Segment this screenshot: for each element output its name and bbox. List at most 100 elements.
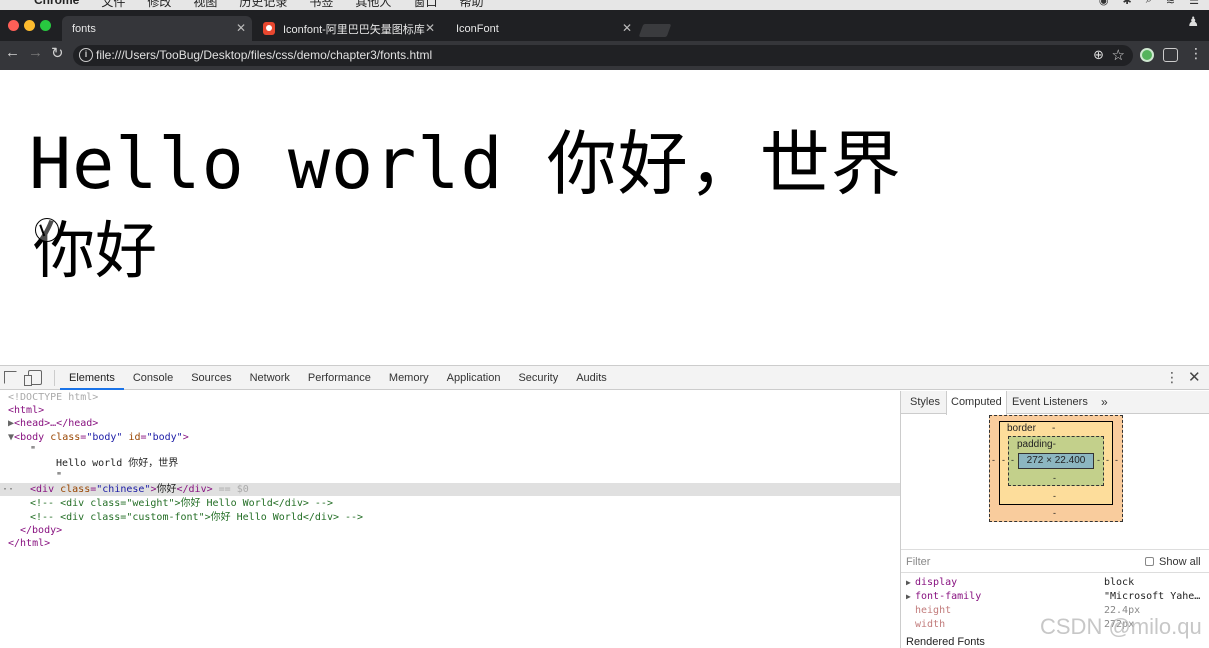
- border-bottom-value: -: [1053, 491, 1056, 501]
- ellipsis-icon[interactable]: ··: [2, 483, 14, 496]
- attr-name: class: [60, 484, 91, 495]
- wifi-icon[interactable]: ≋: [1166, 0, 1175, 7]
- dom-line-body-close[interactable]: </body>: [20, 524, 920, 537]
- tab-sources[interactable]: Sources: [182, 366, 240, 390]
- minimize-window-button[interactable]: [24, 20, 35, 31]
- zoom-icon[interactable]: ⊕: [1093, 47, 1104, 63]
- property-value: block: [1104, 577, 1135, 588]
- close-tab-icon[interactable]: ✕: [622, 21, 632, 35]
- close-devtools-icon[interactable]: ✕: [1188, 368, 1201, 386]
- dom-line-text-node[interactable]: Hello world 你好，世界: [56, 457, 956, 470]
- bookmark-star-icon[interactable]: ☆: [1112, 46, 1125, 64]
- tab-iconfont[interactable]: IconFont ✕: [448, 16, 636, 99]
- padding-right-value: -: [1097, 455, 1100, 465]
- tab-iconfont-alibaba[interactable]: Iconfont-阿里巴巴矢量图标库 ✕: [255, 16, 445, 41]
- rendered-fonts-header[interactable]: Rendered Fonts: [906, 636, 985, 648]
- maximize-window-button[interactable]: [40, 20, 51, 31]
- bluetooth-icon[interactable]: ✱: [1123, 0, 1132, 7]
- watermark-text: CSDN @milo.qu: [1040, 614, 1202, 639]
- tab-performance[interactable]: Performance: [299, 366, 380, 390]
- status-icons: ◉ ✱ ⌕ ≋ ☰: [1099, 0, 1199, 7]
- extension-icon[interactable]: [1163, 48, 1178, 62]
- menu-item-window[interactable]: 窗口: [413, 0, 437, 10]
- property-name: font-family: [915, 591, 982, 602]
- page-viewport: Hello world 你好，世界 你好: [0, 70, 1209, 365]
- menu-item-view[interactable]: 视图: [193, 0, 217, 10]
- menu-item-bookmarks[interactable]: 书签: [309, 0, 333, 10]
- tab-application[interactable]: Application: [438, 366, 510, 390]
- list-icon[interactable]: ☰: [1189, 0, 1199, 7]
- text-node: Hello world 你好，世界: [56, 458, 179, 469]
- menu-item-file[interactable]: 文件: [101, 0, 125, 10]
- more-tabs-icon[interactable]: »: [1101, 391, 1108, 414]
- tab-security[interactable]: Security: [509, 366, 567, 390]
- box-model-content: 272 × 22.400: [1018, 453, 1094, 469]
- tab-styles[interactable]: Styles: [910, 391, 940, 414]
- incognito-icon[interactable]: ♟: [1187, 14, 1199, 30]
- tab-fonts[interactable]: fonts ✕: [62, 16, 252, 99]
- div-text: 你好: [156, 484, 177, 495]
- div-close-tag: </div>: [176, 484, 213, 495]
- margin-bottom-value: -: [1053, 508, 1056, 518]
- toolbar-divider: [54, 370, 55, 386]
- more-options-icon[interactable]: ⋮: [1165, 369, 1179, 386]
- dom-line-comment-weight[interactable]: <!-- <div class="weight">你好 Hello World<…: [30, 497, 930, 510]
- dom-tree: <!DOCTYPE html> <html> ▶<head>…</head> ▼…: [0, 391, 900, 648]
- new-tab-button[interactable]: [638, 24, 672, 37]
- menu-item-history[interactable]: 历史记录: [239, 0, 287, 10]
- expand-triangle-icon[interactable]: ▶: [906, 576, 911, 590]
- address-bar[interactable]: i file:///Users/TooBug/Desktop/files/css…: [73, 45, 1133, 66]
- doctype-text: <!DOCTYPE html>: [8, 392, 99, 403]
- device-toolbar-icon[interactable]: [24, 370, 42, 386]
- tab-memory[interactable]: Memory: [380, 366, 438, 390]
- extension-green-icon[interactable]: [1140, 48, 1154, 62]
- dom-line-quote-close: ": [56, 470, 956, 483]
- checkbox-icon[interactable]: [1145, 557, 1154, 566]
- forward-arrow-icon[interactable]: →: [28, 44, 43, 61]
- dom-line-head[interactable]: ▶<head>…</head>: [8, 417, 908, 430]
- menu-item-people[interactable]: 其他人: [355, 0, 391, 10]
- tab-console[interactable]: Console: [124, 366, 182, 390]
- body-tag-name: body: [20, 432, 45, 443]
- dom-line-html[interactable]: <html>: [8, 404, 908, 417]
- menu-item-help[interactable]: 帮助: [459, 0, 483, 10]
- dom-line-quote-open: ": [30, 444, 930, 457]
- property-value: "Microsoft Yahe…: [1104, 591, 1201, 602]
- expand-triangle-icon[interactable]: ▶: [906, 590, 911, 604]
- menu-items: Chrome 文件 修改 视图 历史记录 书签 其他人 窗口 帮助: [12, 0, 483, 10]
- text-quote: ": [56, 471, 63, 482]
- tab-elements[interactable]: Elements: [60, 366, 124, 390]
- record-icon[interactable]: ◉: [1099, 0, 1109, 7]
- html-open-tag: <html>: [8, 405, 45, 416]
- select-element-icon[interactable]: [4, 371, 17, 384]
- property-name: width: [915, 619, 946, 630]
- computed-property-display[interactable]: ▶ display block: [901, 576, 1209, 590]
- dom-line-doctype[interactable]: <!DOCTYPE html>: [8, 391, 908, 404]
- dom-line-comment-custom-font[interactable]: <!-- <div class="custom-font">你好 Hello W…: [30, 511, 930, 524]
- menu-app-name[interactable]: Chrome: [34, 0, 79, 10]
- url-text[interactable]: file:///Users/TooBug/Desktop/files/css/d…: [96, 48, 432, 62]
- dom-line-div-selected[interactable]: ·· <div class="chinese">你好</div> == $0: [0, 483, 900, 496]
- close-tab-icon[interactable]: ✕: [425, 21, 435, 35]
- close-window-button[interactable]: [8, 20, 19, 31]
- dom-line-html-close[interactable]: </html>: [8, 537, 908, 550]
- padding-label: padding-: [1017, 439, 1056, 450]
- filter-input[interactable]: Filter: [906, 556, 930, 568]
- browser-menu-icon[interactable]: ⋮: [1189, 45, 1203, 62]
- dom-line-body[interactable]: ▼<body class="body" id="body">: [8, 431, 908, 444]
- show-all-checkbox[interactable]: Show all: [1145, 556, 1201, 568]
- tab-event-listeners[interactable]: Event Listeners: [1012, 391, 1088, 414]
- tab-network[interactable]: Network: [241, 366, 299, 390]
- info-icon[interactable]: i: [79, 48, 93, 62]
- div-tag-name: div: [36, 484, 55, 495]
- tab-computed[interactable]: Computed: [946, 391, 1007, 415]
- close-tab-icon[interactable]: ✕: [236, 21, 246, 35]
- search-icon[interactable]: ⌕: [1146, 0, 1152, 7]
- border-right-value: -: [1106, 455, 1109, 465]
- reload-icon[interactable]: ↻: [51, 44, 64, 62]
- back-arrow-icon[interactable]: ←: [5, 44, 20, 61]
- menu-item-edit[interactable]: 修改: [147, 0, 171, 10]
- tab-audits[interactable]: Audits: [567, 366, 616, 390]
- computed-property-font-family[interactable]: ▶ font-family "Microsoft Yahe…: [901, 590, 1209, 604]
- show-all-label: Show all: [1159, 556, 1201, 568]
